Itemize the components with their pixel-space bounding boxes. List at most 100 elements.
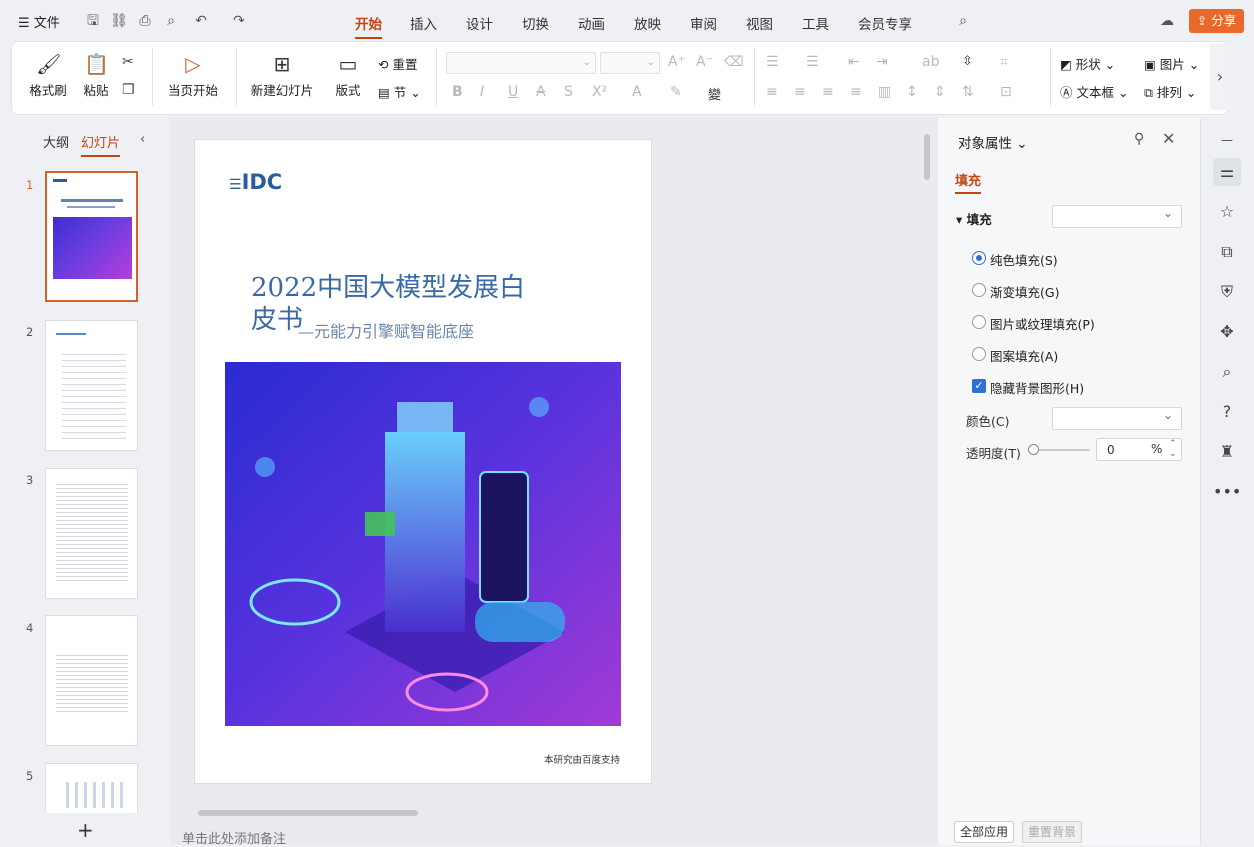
tab-slides[interactable]: 幻灯片 xyxy=(81,132,121,157)
fill-type-select[interactable] xyxy=(1052,205,1182,228)
clear-format-icon[interactable]: ⌫ xyxy=(724,54,744,70)
tab-member[interactable]: 会员专享 xyxy=(858,13,912,33)
numbered-list-icon[interactable]: ☰ xyxy=(806,54,819,70)
distribute-icon[interactable]: ▥ xyxy=(878,84,891,100)
tab-design[interactable]: 设计 xyxy=(466,13,493,33)
font-grow-icon[interactable]: A⁺ xyxy=(668,54,685,70)
transform-icon[interactable]: ⧉ xyxy=(1213,238,1241,266)
scissors-icon[interactable]: ✂ xyxy=(122,54,134,70)
fill-group-header[interactable]: ▾ 填充 xyxy=(956,209,992,228)
tab-transition[interactable]: 切换 xyxy=(522,13,549,33)
more-icon[interactable]: ••• xyxy=(1213,478,1241,506)
tab-outline[interactable]: 大纲 xyxy=(43,132,69,151)
reset-background-button[interactable]: 重置背景 xyxy=(1022,821,1082,843)
slider-handle[interactable] xyxy=(1028,444,1039,455)
gradient-fill-radio[interactable] xyxy=(972,283,986,297)
line-spacing-icon[interactable]: ↕ xyxy=(906,84,918,100)
smartart-icon[interactable]: ⊡ xyxy=(1000,84,1012,100)
highlight-icon[interactable]: ✎ xyxy=(670,84,682,100)
shape-button[interactable]: ◩ 形状 ⌄ xyxy=(1060,54,1115,73)
underline-icon[interactable]: U xyxy=(508,84,518,100)
justify-icon[interactable]: ≡ xyxy=(850,84,862,100)
picture-button[interactable]: ▣ 图片 ⌄ xyxy=(1144,54,1199,73)
properties-icon[interactable]: ⚌ xyxy=(1213,158,1241,186)
notes-placeholder[interactable]: 单击此处添加备注 xyxy=(182,828,286,847)
tab-home[interactable]: 开始 xyxy=(355,13,382,39)
tab-animation[interactable]: 动画 xyxy=(578,13,605,33)
outdent-icon[interactable]: ⇤ xyxy=(848,54,860,70)
section-button[interactable]: ▤ 节 ⌄ xyxy=(378,82,421,101)
pin-icon[interactable]: ⚲ xyxy=(1134,131,1144,147)
shadow-icon[interactable]: S xyxy=(564,84,573,100)
spinner-icon[interactable]: ⌃ ⌄ xyxy=(1169,439,1177,459)
help-icon[interactable]: ? xyxy=(1213,398,1241,426)
book-search-icon[interactable]: ⌕ xyxy=(1213,358,1241,386)
cover-image[interactable] xyxy=(225,362,621,726)
tab-view[interactable]: 视图 xyxy=(746,13,773,33)
scroll-thumb[interactable] xyxy=(924,134,930,180)
tools-icon[interactable]: ✥ xyxy=(1213,318,1241,346)
column-icon[interactable]: ⇕ xyxy=(934,84,946,100)
search-icon[interactable]: ⌕ xyxy=(954,12,972,30)
horizontal-scrollbar[interactable] xyxy=(190,808,900,818)
align-right-icon[interactable]: ≡ xyxy=(822,84,834,100)
font-name-select[interactable]: ⌄ xyxy=(446,52,596,74)
save-icon[interactable]: 🖫 xyxy=(84,12,102,30)
bullet-list-icon[interactable]: ☰ xyxy=(766,54,779,70)
align-left-icon[interactable]: ≡ xyxy=(766,84,778,100)
share-button[interactable]: ⇪ 分享 xyxy=(1189,9,1244,33)
hide-background-checkbox[interactable]: ✓ xyxy=(972,379,986,393)
convert-icon[interactable]: ⌗ xyxy=(1000,54,1008,70)
file-menu[interactable]: ☰ 文件 xyxy=(18,12,60,31)
tab-fill[interactable]: 填充 xyxy=(955,170,982,194)
shirt-icon[interactable]: ♜ xyxy=(1213,438,1241,466)
print-icon[interactable]: ⎙ xyxy=(136,12,154,30)
vertical-scrollbar[interactable] xyxy=(922,132,932,812)
reset-button[interactable]: ⟲ 重置 xyxy=(378,54,417,73)
italic-icon[interactable]: I xyxy=(480,84,484,100)
properties-title[interactable]: 对象属性 ⌄ xyxy=(958,132,1028,152)
redo-icon[interactable]: ↷ xyxy=(230,12,248,30)
vertical-align-icon[interactable]: ⇅ xyxy=(962,84,974,100)
text-direction-icon[interactable]: ab xyxy=(922,54,939,70)
undo-icon[interactable]: ↶ xyxy=(192,12,210,30)
bold-icon[interactable]: B xyxy=(452,84,463,100)
color-select[interactable] xyxy=(1052,407,1182,430)
collapse-pane-icon[interactable]: ‹ xyxy=(140,132,145,147)
slide-subtitle[interactable]: —元能力引擎赋智能底座 xyxy=(298,318,474,342)
start-current-button[interactable]: ▷ 当页开始 xyxy=(162,52,224,99)
transparency-input[interactable]: 0 % ⌃ ⌄ xyxy=(1096,438,1182,461)
cloud-icon[interactable]: ☁ xyxy=(1158,12,1176,30)
phonetic-icon[interactable]: 變 xyxy=(708,84,721,103)
transparency-slider[interactable] xyxy=(1028,444,1090,455)
font-shrink-icon[interactable]: A⁻ xyxy=(696,54,713,70)
text-align-icon[interactable]: ⇳ xyxy=(962,54,973,69)
tab-review[interactable]: 审阅 xyxy=(690,13,717,33)
superscript-icon[interactable]: X² xyxy=(592,84,607,100)
collapse-icon[interactable]: — xyxy=(1213,126,1241,154)
close-icon[interactable]: ✕ xyxy=(1162,129,1175,148)
copy-icon[interactable]: ❐ xyxy=(122,82,135,98)
tab-slideshow[interactable]: 放映 xyxy=(634,13,661,33)
textbox-button[interactable]: Ⓐ 文本框 ⌄ xyxy=(1060,82,1128,101)
arrange-button[interactable]: ⧉ 排列 ⌄ xyxy=(1144,82,1196,101)
add-slide-button[interactable]: + xyxy=(77,818,94,842)
slide-thumbnail-3[interactable] xyxy=(45,468,138,599)
strikethrough-icon[interactable]: A xyxy=(536,84,546,100)
print-preview-icon[interactable]: ⌕ xyxy=(162,12,180,30)
format-brush-button[interactable]: 🖌 格式刷 xyxy=(26,52,70,99)
star-icon[interactable]: ☆ xyxy=(1213,198,1241,226)
slide-thumbnail-5[interactable] xyxy=(45,763,138,813)
font-color-icon[interactable]: A xyxy=(632,84,642,100)
align-center-icon[interactable]: ≡ xyxy=(794,84,806,100)
paste-button[interactable]: 📋 粘贴 xyxy=(76,52,116,99)
font-size-select[interactable]: ⌄ xyxy=(600,52,660,74)
scroll-thumb[interactable] xyxy=(198,810,418,816)
slide-thumbnail-4[interactable] xyxy=(45,615,138,746)
pattern-fill-radio[interactable] xyxy=(972,347,986,361)
new-slide-button[interactable]: ⊞ 新建幻灯片 xyxy=(246,52,318,99)
slide-thumbnail-1[interactable] xyxy=(45,171,138,302)
slide-thumbnail-2[interactable] xyxy=(45,320,138,451)
layout-button[interactable]: ▭ 版式 xyxy=(328,52,368,99)
link-icon[interactable]: ⛓ xyxy=(110,12,128,30)
